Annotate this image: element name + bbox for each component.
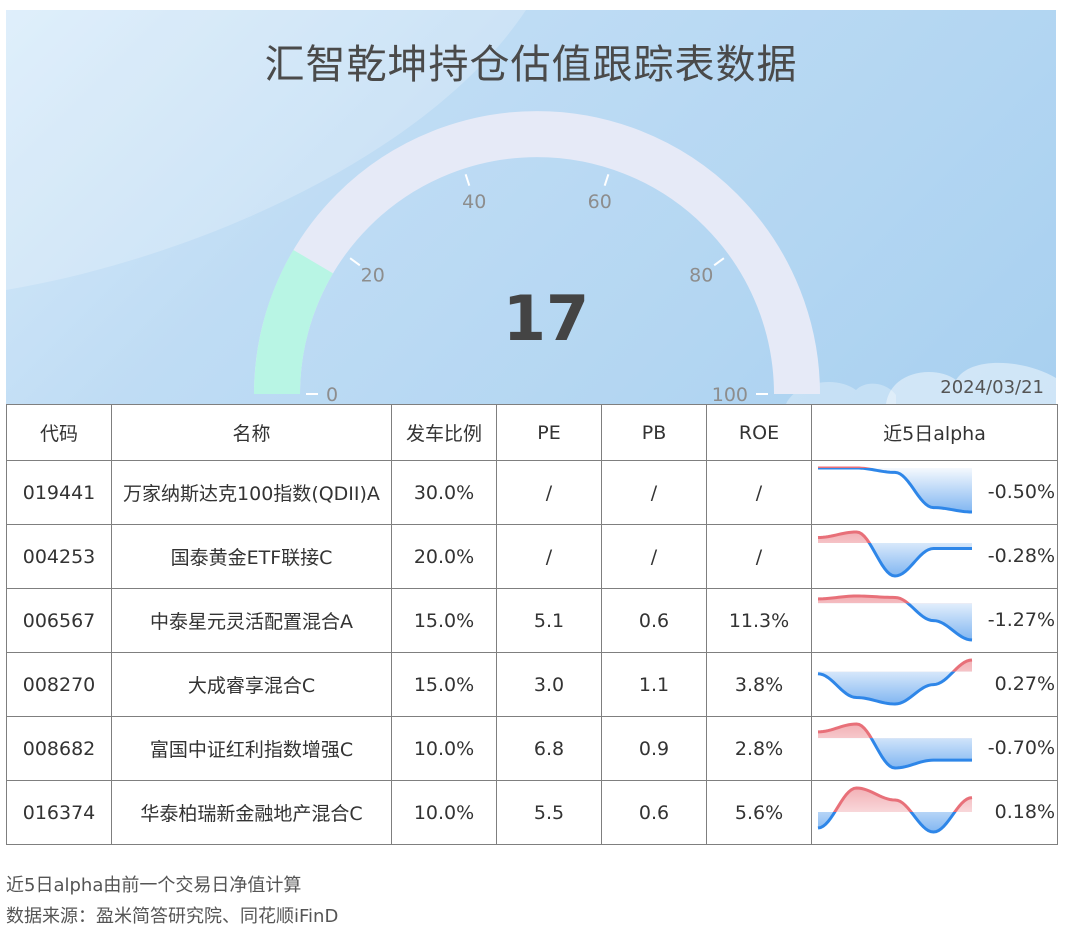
cell-roe: / bbox=[706, 524, 812, 589]
cell-code: 006567 bbox=[6, 588, 112, 653]
date-label: 2024/03/21 bbox=[940, 377, 1044, 398]
table-row: 016374 华泰柏瑞新金融地产混合C 10.0% 5.5 0.6 5.6% 0.18% bbox=[6, 780, 1058, 845]
cell-alpha: -0.50% bbox=[811, 460, 1058, 525]
cell-pb: 0.6 bbox=[601, 588, 707, 653]
cell-pe: / bbox=[496, 524, 602, 589]
cell-pe: / bbox=[496, 460, 602, 525]
cell-alpha: 0.18% bbox=[811, 780, 1058, 845]
cell-pe: 3.0 bbox=[496, 652, 602, 717]
cell-ratio: 30.0% bbox=[391, 460, 497, 525]
alpha-sparkline bbox=[817, 722, 972, 770]
header-pb: PB bbox=[601, 404, 707, 461]
cell-ratio: 10.0% bbox=[391, 716, 497, 781]
cell-name: 富国中证红利指数增强C bbox=[111, 716, 392, 781]
header-pe: PE bbox=[496, 404, 602, 461]
table-row: 008682 富国中证红利指数增强C 10.0% 6.8 0.9 2.8% -0.70% bbox=[6, 716, 1058, 781]
gauge-tick-label: 40 bbox=[462, 191, 486, 213]
gauge-tick-label: 100 bbox=[712, 384, 748, 404]
cell-roe: / bbox=[706, 460, 812, 525]
cell-roe: 2.8% bbox=[706, 716, 812, 781]
cell-name: 中泰星元灵活配置混合A bbox=[111, 588, 392, 653]
cell-alpha: -0.28% bbox=[811, 524, 1058, 589]
alpha-area-negative bbox=[818, 468, 972, 512]
alpha-value: 0.18% bbox=[994, 801, 1055, 823]
footnotes: 近5日alpha由前一个交易日净值计算 数据来源：盈米简答研究院、同花顺iFin… bbox=[6, 870, 338, 932]
cell-code: 008270 bbox=[6, 652, 112, 717]
cell-pb: / bbox=[601, 524, 707, 589]
header-banner: 0 20 40 60 80 100 汇智乾坤持仓估值跟踪表数据 17 2024/03/21 bbox=[6, 10, 1056, 404]
header-code: 代码 bbox=[6, 404, 112, 461]
table-row: 019441 万家纳斯达克100指数(QDII)A 30.0% / / / -0.50% bbox=[6, 460, 1058, 525]
alpha-area-positive bbox=[818, 788, 972, 812]
cell-roe: 3.8% bbox=[706, 652, 812, 717]
gauge-tick bbox=[464, 173, 471, 187]
cell-ratio: 20.0% bbox=[391, 524, 497, 589]
cell-ratio: 15.0% bbox=[391, 652, 497, 717]
alpha-sparkline bbox=[817, 594, 973, 642]
gauge-track bbox=[254, 111, 820, 395]
gauge-tick bbox=[603, 173, 610, 187]
gauge-tick-label: 0 bbox=[326, 384, 338, 404]
cell-roe: 11.3% bbox=[706, 588, 812, 653]
header-roe: ROE bbox=[706, 404, 812, 461]
cell-pb: 1.1 bbox=[601, 652, 707, 717]
cell-ratio: 10.0% bbox=[391, 780, 497, 845]
table-row: 004253 国泰黄金ETF联接C 20.0% / / / -0.28% bbox=[6, 524, 1058, 589]
cell-name: 大成睿享混合C bbox=[111, 652, 392, 717]
alpha-sparkline bbox=[817, 530, 972, 578]
alpha-value: -0.28% bbox=[987, 545, 1055, 567]
header-alpha: 近5日alpha bbox=[811, 404, 1058, 461]
table-header-row: 代码 名称 发车比例 PE PB ROE 近5日alpha bbox=[6, 404, 1058, 461]
cell-pb: 0.9 bbox=[601, 716, 707, 781]
alpha-sparkline bbox=[817, 658, 973, 706]
holdings-table: 代码 名称 发车比例 PE PB ROE 近5日alpha 019441 万家纳斯… bbox=[6, 404, 1058, 845]
alpha-value: -0.70% bbox=[987, 737, 1055, 759]
cell-pb: / bbox=[601, 460, 707, 525]
gauge-tick bbox=[713, 257, 725, 267]
table-row: 006567 中泰星元灵活配置混合A 15.0% 5.1 0.6 11.3% -1.27% bbox=[6, 588, 1058, 653]
cell-ratio: 15.0% bbox=[391, 588, 497, 653]
cell-alpha: 0.27% bbox=[811, 652, 1058, 717]
cell-pe: 5.1 bbox=[496, 588, 602, 653]
header-ratio: 发车比例 bbox=[391, 404, 497, 461]
cell-pe: 5.5 bbox=[496, 780, 602, 845]
gauge-tick-label: 60 bbox=[588, 191, 612, 213]
cell-alpha: -1.27% bbox=[811, 588, 1058, 653]
cell-code: 016374 bbox=[6, 780, 112, 845]
footnote-source: 数据来源：盈米简答研究院、同花顺iFinD bbox=[6, 906, 339, 927]
cell-code: 019441 bbox=[6, 460, 112, 525]
cell-pe: 6.8 bbox=[496, 716, 602, 781]
header-name: 名称 bbox=[111, 404, 392, 461]
alpha-sparkline bbox=[817, 786, 973, 834]
alpha-value: -0.50% bbox=[987, 481, 1055, 503]
alpha-area-negative bbox=[818, 671, 972, 704]
alpha-sparkline bbox=[818, 466, 973, 514]
table-row: 008270 大成睿享混合C 15.0% 3.0 1.1 3.8% 0.27% bbox=[6, 652, 1058, 717]
gauge-value: 17 bbox=[502, 282, 590, 355]
gauge-tick-label: 80 bbox=[689, 265, 713, 287]
cell-code: 004253 bbox=[6, 524, 112, 589]
cell-name: 万家纳斯达克100指数(QDII)A bbox=[111, 460, 392, 525]
cell-pb: 0.6 bbox=[601, 780, 707, 845]
alpha-value: -1.27% bbox=[987, 609, 1055, 631]
alpha-value: 0.27% bbox=[994, 673, 1055, 695]
gauge-fill bbox=[254, 249, 334, 395]
cell-alpha: -0.70% bbox=[811, 716, 1058, 781]
cell-roe: 5.6% bbox=[706, 780, 812, 845]
cell-code: 008682 bbox=[6, 716, 112, 781]
footnote-alpha: 近5日alpha由前一个交易日净值计算 bbox=[6, 875, 302, 896]
page-title: 汇智乾坤持仓估值跟踪表数据 bbox=[264, 42, 798, 88]
cell-name: 华泰柏瑞新金融地产混合C bbox=[111, 780, 392, 845]
cell-name: 国泰黄金ETF联接C bbox=[111, 524, 392, 589]
gauge-tick-label: 20 bbox=[361, 265, 385, 287]
gauge-tick bbox=[349, 257, 361, 267]
